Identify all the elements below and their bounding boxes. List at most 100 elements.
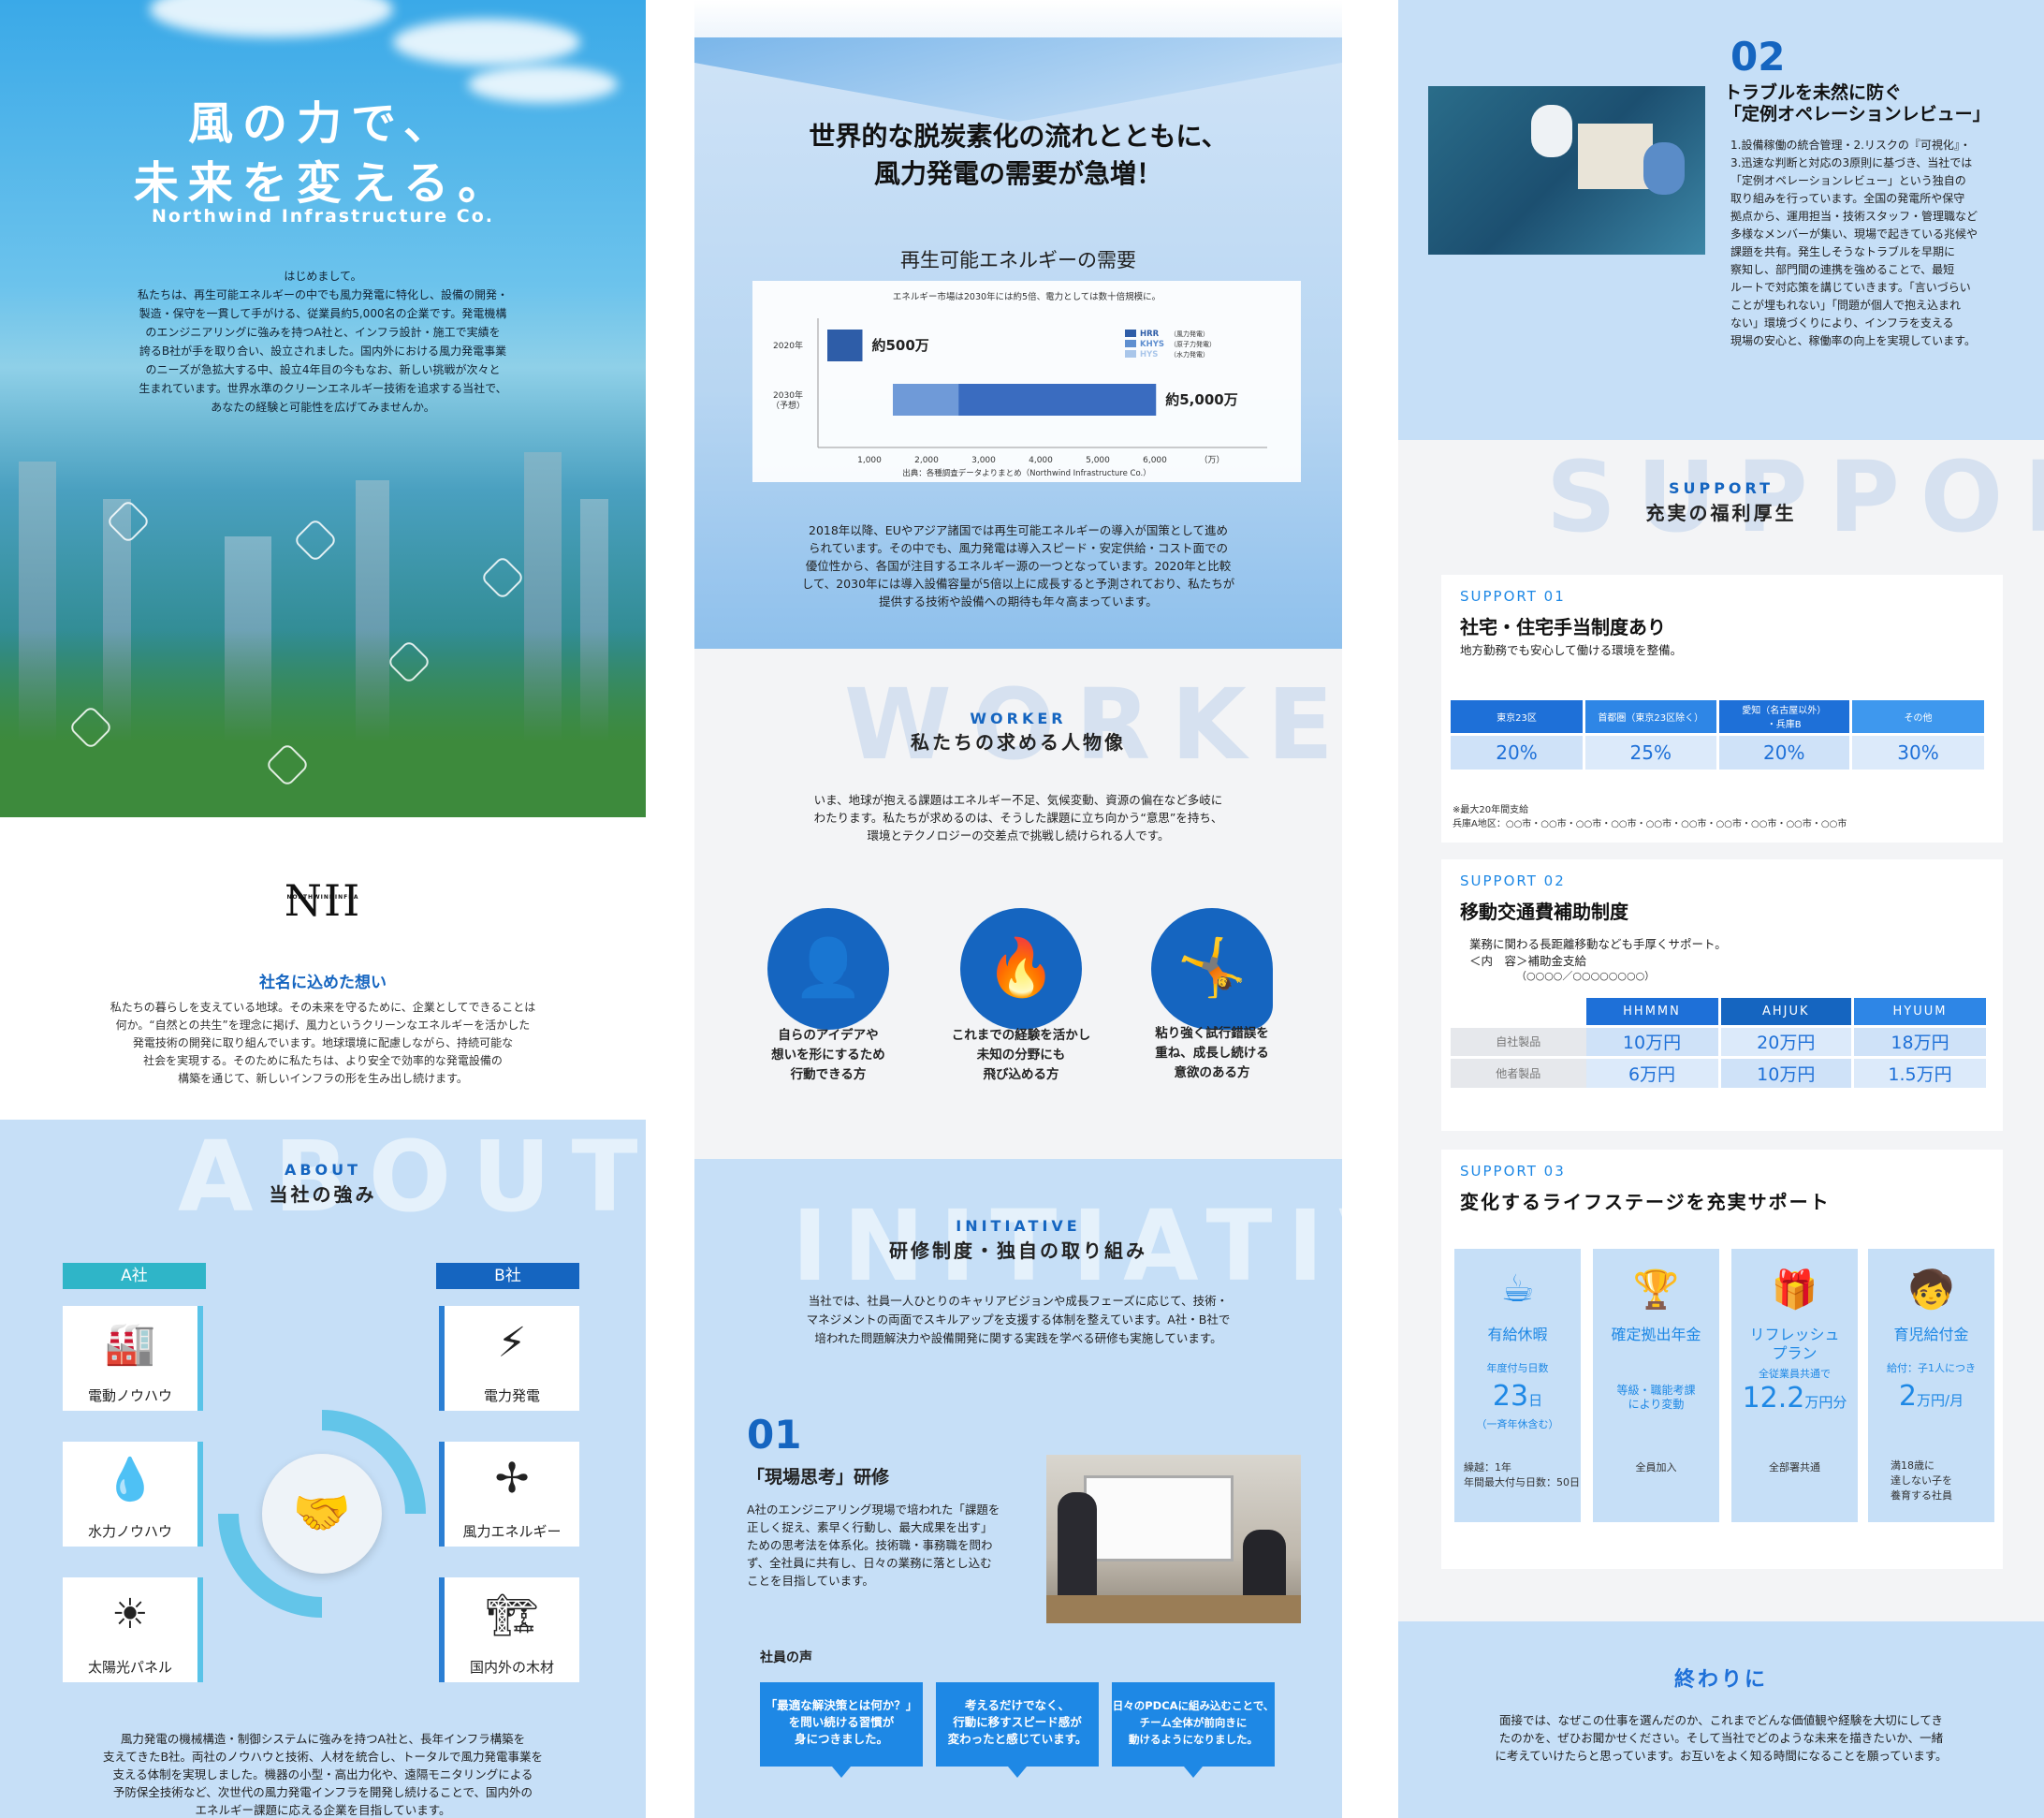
lifestage-note: 達しない子を — [1891, 1474, 1952, 1487]
strength-card-b3: 🏗 国内外の木材 — [439, 1577, 579, 1682]
trophy-icon: 🏆 — [1632, 1268, 1680, 1312]
chart-tick-label: （万） — [1199, 455, 1224, 465]
company-name: Northwind Infrastructure Co. — [151, 206, 495, 227]
voice-line: 身につきました。 — [794, 1732, 888, 1746]
lifestage-item-paid-leave: ☕ 有給休暇 年度付与日数 23日 （一斉年休含む） 繰越：1年 年間最大付与日… — [1454, 1249, 1581, 1522]
housing-header: 愛知（名古屋以外） ・兵庫B — [1716, 700, 1851, 734]
gift-icon: 🎁 — [1771, 1268, 1818, 1312]
text-line: 環境とテクノロジーの交差点で挑戦し続けられる人です。 — [867, 828, 1170, 843]
caption-line: 想いを形にするため — [771, 1048, 885, 1063]
caption-line: 粘り強く試行錯誤を — [1155, 1026, 1269, 1041]
demand-section: 世界的な脱炭素化の流れとともに、 風力発電の需要が急増！ 再生可能エネルギーの需… — [694, 0, 1342, 649]
intro-line: 製造・保守を一貫して手がける、従業員約5,000名の企業です。発電機構 — [139, 307, 507, 320]
demand-text: 2018年以降、EUやアジア諸国では再生可能エネルギーの導入が国策として進め ら… — [751, 521, 1286, 610]
chart-tick-label: 6,000 — [1143, 456, 1167, 465]
voice-line: 「最適な解決策とは何か？」 — [765, 1698, 918, 1712]
chart-legend-swatch — [1125, 340, 1136, 347]
desk-shape — [1046, 1595, 1301, 1623]
housing-header: その他 — [1849, 700, 1984, 734]
strength-card-a2: 💧 水力ノウハウ — [63, 1442, 203, 1547]
lifestage-note: 年間最大付与日数：50日 — [1464, 1476, 1580, 1488]
chart-legend-label: HYS — [1140, 350, 1158, 359]
card-label: 電力発電 — [483, 1387, 540, 1404]
lifestage-sub: 年度付与日数 — [1486, 1362, 1549, 1374]
support-title: 充実の福利厚生 — [1645, 502, 1797, 524]
text-line: ず、全社員に共有し、日々の業務に落とし込む — [747, 1556, 992, 1570]
chart-category-label: 2030年 — [773, 389, 803, 401]
text-line: 当社では、社員一人ひとりのキャリアビジョンや成長フェーズに応じて、技術・ — [808, 1294, 1229, 1308]
eco-icon — [292, 517, 339, 564]
text-line: 現場の安心と、稼働率の向上を実現しています。 — [1730, 334, 1976, 347]
text-line: 何か。“自然との共生”を理念に掲げ、風力というクリーンなエネルギーを活かした — [115, 1019, 531, 1032]
text-line: 正しく捉え、素早く行動し、最大成果を出す」 — [747, 1520, 993, 1534]
support-card-sub: 地方勤務でも安心して働ける環境を整備。 — [1460, 643, 1683, 657]
intro-line: 誇るB社が手を取り合い、設立されました。国内外における風力発電事業 — [139, 345, 507, 358]
card-label: 国内外の木材 — [469, 1659, 554, 1676]
transport-header: HHMMN — [1585, 998, 1719, 1026]
whiteboard-shape — [1084, 1475, 1234, 1561]
text-line: A社のエンジニアリング現場で培われた「課題を — [747, 1503, 1000, 1517]
fire-person-circle: 🔥 — [960, 908, 1082, 1030]
column-middle: 世界的な脱炭素化の流れとともに、 風力発電の需要が急増！ 再生可能エネルギーの需… — [694, 0, 1342, 1818]
hero-title-line: 未来を変える。 — [133, 157, 513, 210]
support-card-sub: ＜内 容＞補助金支給 — [1469, 954, 1587, 968]
lifestage-title: 確定拠出年金 — [1611, 1326, 1701, 1343]
housing-value: 20% — [1451, 732, 1584, 770]
column-left: 風の力で、 未来を変える。 Northwind Infrastructure C… — [0, 0, 646, 1818]
support-card-sub: （○○○○／○○○○○○○○） — [1516, 970, 1656, 982]
housing-table: 東京23区 首都圏（東京23区除く） 愛知（名古屋以外） ・兵庫B その他 20… — [1451, 700, 1984, 770]
text-line: して、2030年には導入設備容量が5倍以上に成長すると予測されており、私たちが — [801, 577, 1235, 591]
transport-value: 1.5万円 — [1850, 1055, 1986, 1088]
chart-value-label: 約5,000万 — [1165, 391, 1237, 408]
support-card-sub: 業務に関わる長距離移動なども手厚くサポート。 — [1469, 937, 1727, 951]
transport-table: HHMMN AHJUK HYUUM 自社製品 10万円 20万円 18万円 他者… — [1451, 998, 1986, 1088]
lifestage-item-childcare: 🧒 育児給付金 給付：子1人につき 2万円/月 満18歳に 達しない子を 養育す… — [1868, 1249, 1994, 1522]
caption-line: これまでの経験を活かし — [951, 1028, 1091, 1043]
intro-line: はじめまして。 — [284, 270, 362, 283]
support-01-card: SUPPORT 01 社宅・住宅手当制度あり 地方勤務でも安心して働ける環境を整… — [1441, 575, 2003, 843]
hero-intro: はじめまして。 私たちは、再生可能エネルギーの中でも風力発電に特化し、設備の開発… — [75, 267, 571, 417]
housing-header: 首都圏（東京23区除く） — [1583, 700, 1717, 734]
text-line: ない」環境づくりにより、インフラを支える — [1730, 316, 1954, 330]
name-section-text: 私たちの暮らしを支えている地球。その未来を守るために、企業としてできることは 何… — [75, 999, 571, 1088]
chevron-decoration — [694, 37, 1342, 122]
intro-line: 私たちは、再生可能エネルギーの中でも風力発電に特化し、設備の開発・ — [137, 288, 508, 301]
voice-line: 日々のPDCAに組み込むことで、 — [1112, 1699, 1275, 1712]
review-text: 1.設備稼働の統合管理・2.リスクの『可視化』・ 3.迅速な判断と対応の3原則に… — [1730, 137, 2030, 350]
support-number: SUPPORT 03 — [1460, 1163, 1566, 1180]
company-a-tag: A社 — [63, 1263, 206, 1289]
table-shape — [1578, 124, 1653, 189]
transport-row-label: 自社製品 — [1451, 1024, 1586, 1057]
title-line: 「定例オペレーションレビュー」 — [1724, 104, 1991, 125]
chart-category-label: （予想） — [771, 400, 805, 411]
review-section: 02 トラブルを未然に防ぐ 「定例オペレーションレビュー」 1.設備稼働の統合管… — [1398, 0, 2044, 440]
text-line: られています。その中でも、風力発電は導入スピード・安定供給・コスト面での — [808, 541, 1228, 555]
text-line: 課題を共有。発生しそうなトラブルを早期に — [1730, 245, 1956, 258]
housing-note: 兵庫A地区：○○市・○○市・○○市・○○市・○○市・○○市・○○市・○○市・○○… — [1453, 819, 1847, 829]
lifestage-sub: 等級・職能考課 により変動 — [1616, 1384, 1696, 1411]
person-shape — [1643, 142, 1685, 195]
housing-value: 20% — [1716, 732, 1851, 770]
meeting-photo — [1428, 86, 1705, 255]
strength-card-a3: ☀ 太陽光パネル — [63, 1577, 203, 1682]
water-drop-icon: 💧 — [104, 1456, 156, 1503]
transport-row-label: 他者製品 — [1451, 1055, 1586, 1088]
lifestage-item-pension: 🏆 確定拠出年金 等級・職能考課 により変動 全員加入 — [1593, 1249, 1719, 1522]
transport-header: AHJUK — [1717, 998, 1853, 1026]
chart-tick-label: 4,000 — [1029, 456, 1053, 465]
hero-title: 風の力で、 未来を変える。 — [0, 94, 646, 213]
text-line: 構築を通じて、新しいインフラの形を生み出し続けます。 — [178, 1072, 468, 1085]
chart-tick-label: 1,000 — [857, 456, 882, 465]
chart-legend-note: （風力発電） — [1170, 330, 1209, 338]
lifestage-item-refresh: 🎁 リフレッシュ プラン 全従業員共通で 12.2万円分 全部署共通 — [1731, 1249, 1858, 1522]
card-label: 風力エネルギー — [462, 1523, 562, 1540]
text-line: エネルギー課題に応える企業を目指しています。 — [195, 1803, 451, 1817]
empty-cell — [1451, 998, 1586, 1026]
company-b-tag: B社 — [436, 1263, 579, 1289]
support-card-title: 移動交通費補助制度 — [1460, 901, 1628, 923]
caption-line: 重ね、成長し続ける — [1155, 1046, 1269, 1061]
card-label: 太陽光パネル — [87, 1659, 172, 1676]
transport-value: 10万円 — [1585, 1024, 1719, 1057]
text-line: 支えてきたB社。両社のノウハウと技術、人材を統合し、トータルで風力発電事業を — [102, 1750, 544, 1764]
text-line: 発電技術の開発に取り組んでいます。地球環境に配慮しながら、持続可能な — [132, 1036, 514, 1049]
